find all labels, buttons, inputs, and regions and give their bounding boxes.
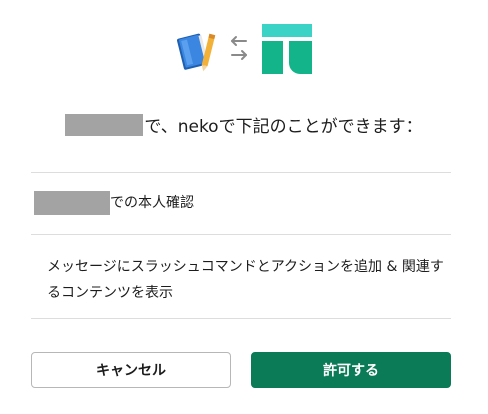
permission-item-identity-label: での本人確認 <box>110 195 194 211</box>
allow-button[interactable]: 許可する <box>251 352 451 388</box>
blue-book-with-pencil-icon <box>176 33 216 72</box>
divider-bottom <box>31 318 451 319</box>
redacted-workspace-name <box>34 191 110 215</box>
permission-item-slash-commands: メッセージにスラッシュコマンドとアクションを追加 & 関連するコンテンツを表示 <box>47 254 447 306</box>
redacted-workspace-name <box>65 114 144 136</box>
green-t-logo-icon <box>262 24 312 74</box>
swap-arrows-icon <box>231 36 247 60</box>
cancel-button[interactable]: キャンセル <box>31 352 231 388</box>
cancel-button-label: キャンセル <box>96 363 166 379</box>
divider-middle <box>31 234 451 235</box>
permission-item-slash-commands-label: メッセージにスラッシュコマンドとアクションを追加 & 関連するコンテンツを表示 <box>47 259 444 301</box>
app-connection-icons <box>0 24 488 76</box>
permission-item-identity: での本人確認 <box>34 191 194 215</box>
divider-top <box>31 172 451 173</box>
allow-button-label: 許可する <box>323 363 379 379</box>
headline-text: で、nekoで下記のことができます： <box>144 117 423 137</box>
permission-headline: で、nekoで下記のことができます： <box>0 114 488 138</box>
